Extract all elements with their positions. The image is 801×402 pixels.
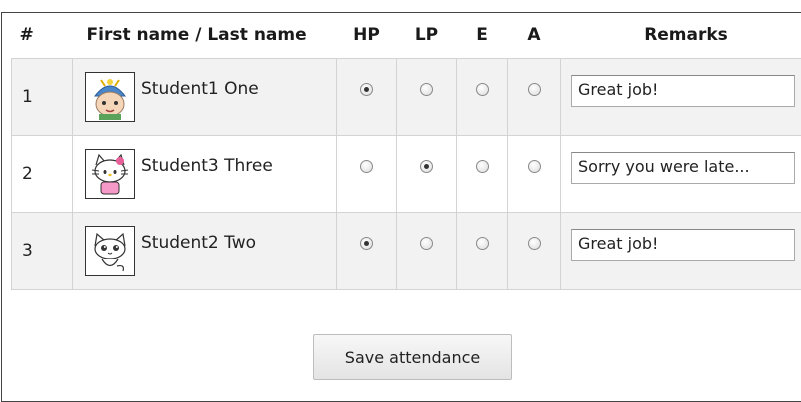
column-header-hp: HP [337, 12, 397, 59]
student-cell: Student2 Two [73, 213, 337, 290]
student-cell: Student1 One [73, 59, 337, 136]
radio-e[interactable] [476, 83, 489, 96]
remarks-input[interactable]: Great job! [571, 229, 795, 261]
table-header-row: # First name / Last name HP LP E A Remar… [12, 12, 801, 59]
attendance-table: # First name / Last name HP LP E A Remar… [11, 12, 801, 290]
row-number: 2 [12, 136, 73, 213]
table-row: 2 [12, 136, 801, 213]
student-name[interactable]: Student3 Three [141, 156, 273, 176]
hello-kitty-avatar-icon [85, 149, 135, 199]
student-name[interactable]: Student2 Two [141, 233, 256, 253]
table-row: 1 [12, 59, 801, 136]
row-number: 3 [12, 213, 73, 290]
radio-e[interactable] [476, 160, 489, 173]
column-header-remarks: Remarks [561, 12, 801, 59]
radio-a[interactable] [528, 160, 541, 173]
radio-e[interactable] [476, 237, 489, 250]
row-number: 1 [12, 59, 73, 136]
radio-hp[interactable] [360, 83, 373, 96]
remarks-input[interactable]: Great job! [571, 75, 795, 107]
column-header-e: E [457, 12, 508, 59]
radio-hp[interactable] [360, 160, 373, 173]
remarks-input[interactable]: Sorry you were late... [571, 152, 795, 184]
radio-lp[interactable] [420, 237, 433, 250]
column-header-name[interactable]: First name / Last name [73, 12, 337, 59]
radio-hp[interactable] [360, 237, 373, 250]
table-row: 3 [12, 213, 801, 290]
radio-a[interactable] [528, 237, 541, 250]
column-header-lp: LP [397, 12, 457, 59]
radio-lp[interactable] [420, 160, 433, 173]
cat-avatar-icon [85, 226, 135, 276]
column-header-a: A [508, 12, 561, 59]
radio-lp[interactable] [420, 83, 433, 96]
save-attendance-button[interactable]: Save attendance [313, 334, 512, 380]
student-name[interactable]: Student1 One [141, 79, 259, 99]
radio-a[interactable] [528, 83, 541, 96]
student-cell: Student3 Three [73, 136, 337, 213]
helmet-kid-avatar-icon [85, 72, 135, 122]
column-header-number: # [12, 12, 73, 59]
